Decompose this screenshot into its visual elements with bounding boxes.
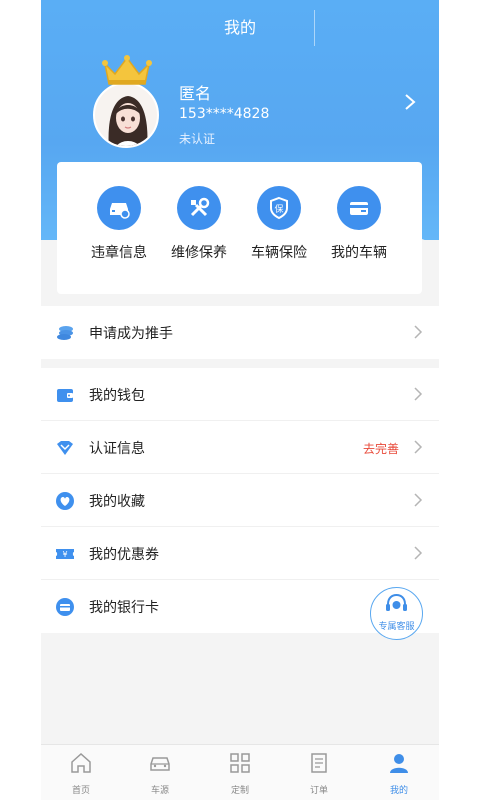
tab-label: 定制 <box>230 786 249 796</box>
coins-icon <box>57 326 73 340</box>
app-screen: 我的 匿名 153****4828 未认证 违章信息 维修保养 保 车辆保险 我… <box>41 0 439 800</box>
shortcut-label: 维修保养 <box>171 245 227 261</box>
wallet-icon <box>57 389 73 402</box>
shortcut-my-vehicle[interactable]: 我的车辆 <box>323 186 395 262</box>
tab-home[interactable]: 首页 <box>51 751 111 796</box>
headset-icon <box>386 593 407 611</box>
vehicle-card-icon <box>337 186 381 230</box>
chevron-right-icon <box>414 325 423 339</box>
tab-custom[interactable]: 定制 <box>210 751 270 796</box>
tab-label: 我的 <box>389 786 408 796</box>
menu-label: 我的收藏 <box>89 494 145 510</box>
title-divider <box>314 10 315 46</box>
chevron-right-icon <box>414 387 423 401</box>
profile-chevron-right-icon[interactable] <box>403 92 417 112</box>
menu-item-wallet[interactable]: 我的钱包 <box>41 368 439 421</box>
tab-label: 车源 <box>150 786 169 796</box>
tab-car-source[interactable]: 车源 <box>130 751 190 796</box>
shortcut-label: 车辆保险 <box>251 245 307 261</box>
chevron-right-icon <box>414 546 423 560</box>
menu-label: 我的优惠券 <box>89 547 159 563</box>
menu-item-promoter[interactable]: 申请成为推手 <box>41 306 439 359</box>
menu-label: 申请成为推手 <box>89 326 173 342</box>
wrench-tools-icon <box>177 186 221 230</box>
shortcut-card: 违章信息 维修保养 保 车辆保险 我的车辆 <box>57 162 422 294</box>
menu-item-favorites[interactable]: 我的收藏 <box>41 474 439 527</box>
bank-card-icon <box>56 598 74 616</box>
svg-text:¥: ¥ <box>62 550 67 559</box>
coupon-icon: ¥ <box>56 549 74 559</box>
grid-icon <box>230 753 250 773</box>
shortcut-label: 我的车辆 <box>331 245 387 261</box>
profile-name: 匿名 <box>179 84 212 103</box>
tab-label: 首页 <box>71 786 90 796</box>
shortcut-insurance[interactable]: 保 车辆保险 <box>243 186 315 262</box>
svg-text:保: 保 <box>274 203 283 215</box>
menu-label: 认证信息 <box>89 441 145 457</box>
shortcut-violation[interactable]: 违章信息 <box>83 186 155 262</box>
profile-phone: 153****4828 <box>179 106 270 122</box>
heart-icon <box>56 492 74 510</box>
car-violation-icon <box>97 186 141 230</box>
chevron-right-icon <box>414 493 423 507</box>
menu-label: 我的钱包 <box>89 388 145 404</box>
customer-service-label: 专属客服 <box>378 622 415 632</box>
menu-label: 我的银行卡 <box>89 600 159 616</box>
page-title: 我的 <box>223 18 256 37</box>
menu-item-verification[interactable]: 认证信息 去完善 <box>41 421 439 474</box>
insurance-shield-icon: 保 <box>257 186 301 230</box>
home-icon <box>71 752 91 773</box>
shortcut-maintenance[interactable]: 维修保养 <box>163 186 235 262</box>
menu-item-coupons[interactable]: ¥ 我的优惠券 <box>41 527 439 580</box>
chevron-right-icon <box>414 440 423 454</box>
promoter-section: 申请成为推手 <box>41 306 439 359</box>
tab-label: 订单 <box>309 786 328 796</box>
customer-service-button[interactable]: 专属客服 <box>370 587 423 640</box>
diamond-verify-icon <box>57 441 73 455</box>
bottom-tab-bar: 首页 车源 定制 订单 我的 <box>41 744 439 800</box>
verification-status: 未认证 <box>179 132 216 146</box>
crown-icon <box>102 55 152 85</box>
complete-info-link[interactable]: 去完善 <box>363 440 399 457</box>
shortcut-label: 违章信息 <box>91 245 147 261</box>
tab-mine[interactable]: 我的 <box>369 751 429 796</box>
car-source-icon <box>150 757 170 771</box>
tab-orders[interactable]: 订单 <box>289 751 349 796</box>
avatar[interactable] <box>93 82 159 148</box>
order-icon <box>311 753 327 773</box>
user-icon <box>390 754 408 773</box>
